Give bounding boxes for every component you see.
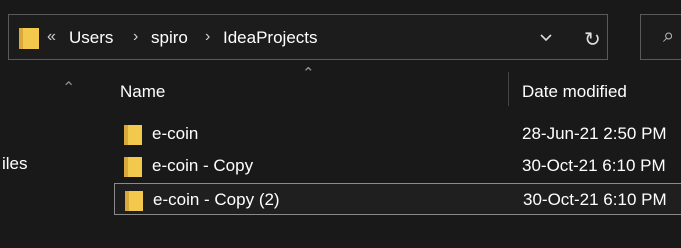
file-name: e-coin - Copy <box>152 156 254 175</box>
breadcrumb-separator[interactable]: › <box>205 28 210 46</box>
column-divider[interactable] <box>508 72 509 106</box>
column-header-date-modified[interactable]: Date modified <box>522 82 627 102</box>
file-row[interactable]: e-coin - Copy 30-Oct-21 6:10 PM <box>114 150 681 182</box>
address-bar[interactable]: « Users › spiro › IdeaProjects ↻ <box>8 14 608 60</box>
file-date-modified: 30-Oct-21 6:10 PM <box>522 156 666 175</box>
folder-icon <box>124 123 142 145</box>
folder-icon <box>124 155 142 177</box>
file-date-modified: 30-Oct-21 6:10 PM <box>523 190 667 209</box>
breadcrumb-overflow[interactable]: « <box>47 28 56 46</box>
nav-item-label[interactable]: iles <box>2 154 28 174</box>
sort-ascending-icon: ⌃ <box>302 65 315 82</box>
chevron-down-icon[interactable] <box>538 29 554 45</box>
folder-icon <box>19 25 39 49</box>
column-header-name[interactable]: Name <box>120 82 165 102</box>
file-name: e-coin <box>152 124 199 143</box>
file-row[interactable]: e-coin 28-Jun-21 2:50 PM <box>114 118 681 150</box>
refresh-icon[interactable]: ↻ <box>584 27 601 52</box>
search-box[interactable]: ⌕ <box>640 14 681 60</box>
scroll-up-icon[interactable]: ⌃ <box>62 78 75 98</box>
file-name: e-coin - Copy (2) <box>153 190 280 209</box>
file-row-selected[interactable]: e-coin - Copy (2) 30-Oct-21 6:10 PM <box>114 183 681 215</box>
search-icon[interactable]: ⌕ <box>663 25 674 48</box>
file-explorer-window: « Users › spiro › IdeaProjects ↻ ⌕ ⌃ ile… <box>0 0 681 248</box>
breadcrumb-separator[interactable]: › <box>133 28 138 46</box>
breadcrumb-spiro[interactable]: spiro <box>151 28 188 48</box>
breadcrumb-users[interactable]: Users <box>69 28 113 48</box>
navigation-pane: ⌃ iles <box>0 62 98 248</box>
file-date-modified: 28-Jun-21 2:50 PM <box>522 124 667 143</box>
breadcrumb-ideaprojects[interactable]: IdeaProjects <box>223 28 318 48</box>
folder-icon <box>125 189 143 211</box>
